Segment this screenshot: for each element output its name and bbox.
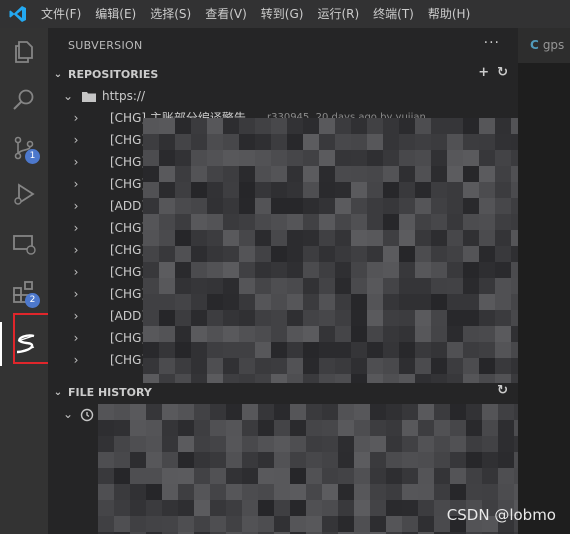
files-icon — [15, 41, 33, 63]
search-button[interactable] — [0, 78, 48, 122]
file-history-section-header[interactable]: ⌄ FILE HISTORY ↻ — [48, 381, 518, 403]
editor-tab[interactable]: Cgps — [518, 28, 570, 63]
file-history-title: FILE HISTORY — [68, 385, 152, 399]
commit-label: [CHG] — [110, 155, 147, 169]
chevron-right-icon: › — [73, 287, 79, 301]
run-debug-button[interactable] — [0, 172, 48, 216]
extensions-badge: 2 — [25, 293, 40, 308]
commit-label: [CHG] — [110, 265, 147, 279]
file-history-actions: ↻ — [497, 383, 508, 398]
commit-label: [CHG] — [110, 221, 147, 235]
refresh-icon[interactable]: ↻ — [497, 65, 508, 80]
chevron-down-icon: ⌄ — [53, 68, 63, 80]
commit-label: [CHG] — [110, 133, 147, 147]
commit-label: [ADD] — [110, 309, 147, 323]
history-icon — [80, 403, 94, 425]
search-icon — [13, 89, 34, 110]
sidebar-title: SUBVERSION — [68, 39, 143, 52]
remote-explorer-button[interactable] — [0, 222, 48, 266]
chevron-right-icon: › — [73, 133, 79, 147]
chevron-right-icon: › — [73, 353, 79, 367]
add-icon[interactable]: + — [478, 65, 489, 80]
menu-go[interactable]: 转到(G) — [254, 0, 311, 28]
repo-url: https:// — [102, 89, 146, 103]
refresh-icon[interactable]: ↻ — [497, 383, 508, 398]
more-actions-button[interactable]: ··· — [484, 35, 500, 51]
extensions-button[interactable]: 2 — [0, 270, 48, 314]
commit-label: [CHG] — [110, 331, 147, 345]
explorer-button[interactable] — [0, 30, 48, 74]
repositories-section-header[interactable]: ⌄ REPOSITORIES + ↻ — [48, 63, 518, 85]
chevron-right-icon: › — [73, 331, 79, 345]
chevron-right-icon: › — [73, 265, 79, 279]
commit-label: [ADD] — [110, 199, 147, 213]
scm-badge: 1 — [25, 149, 40, 164]
vscode-logo-icon — [9, 6, 26, 22]
remote-explorer-icon — [13, 235, 36, 255]
source-control-button[interactable]: 1 — [0, 126, 48, 170]
activity-bar: 1 2 — [0, 28, 48, 534]
tab-label: gps — [542, 38, 565, 52]
run-debug-icon — [14, 183, 35, 205]
chevron-right-icon: › — [73, 309, 79, 323]
repositories-title: REPOSITORIES — [68, 67, 159, 81]
editor-area: Cgps — [518, 28, 570, 534]
chevron-right-icon: › — [73, 243, 79, 257]
folder-icon — [82, 85, 96, 107]
menu-bar: 文件(F) 编辑(E) 选择(S) 查看(V) 转到(G) 运行(R) 终端(T… — [34, 0, 477, 28]
menu-help[interactable]: 帮助(H) — [421, 0, 477, 28]
chevron-right-icon: › — [73, 221, 79, 235]
commit-label: [CHG] — [110, 353, 147, 367]
commit-label: [CHG] — [110, 177, 147, 191]
menu-terminal[interactable]: 终端(T) — [366, 0, 421, 28]
title-bar: 文件(F) 编辑(E) 选择(S) 查看(V) 转到(G) 运行(R) 终端(T… — [0, 0, 570, 28]
pixelated-region-repositories — [143, 118, 518, 383]
chevron-right-icon: › — [73, 155, 79, 169]
chevron-down-icon: ⌄ — [62, 407, 74, 421]
menu-selection[interactable]: 选择(S) — [143, 0, 198, 28]
chevron-down-icon: ⌄ — [62, 89, 74, 103]
watermark: CSDN @lobmo — [446, 506, 556, 524]
chevron-right-icon: › — [73, 177, 79, 191]
menu-run[interactable]: 运行(R) — [310, 0, 366, 28]
repository-row[interactable]: ⌄ https:// — [48, 85, 518, 107]
menu-file[interactable]: 文件(F) — [34, 0, 88, 28]
c-file-icon: C — [530, 38, 539, 52]
chevron-right-icon: › — [73, 199, 79, 213]
menu-view[interactable]: 查看(V) — [198, 0, 254, 28]
chevron-right-icon: › — [73, 111, 79, 125]
menu-edit[interactable]: 编辑(E) — [88, 0, 143, 28]
commit-label: [CHG] — [110, 243, 147, 257]
sidebar-header: SUBVERSION ··· — [48, 28, 518, 63]
repositories-actions: + ↻ — [478, 65, 508, 80]
chevron-down-icon: ⌄ — [53, 386, 63, 398]
commit-label: [CHG] — [110, 287, 147, 301]
